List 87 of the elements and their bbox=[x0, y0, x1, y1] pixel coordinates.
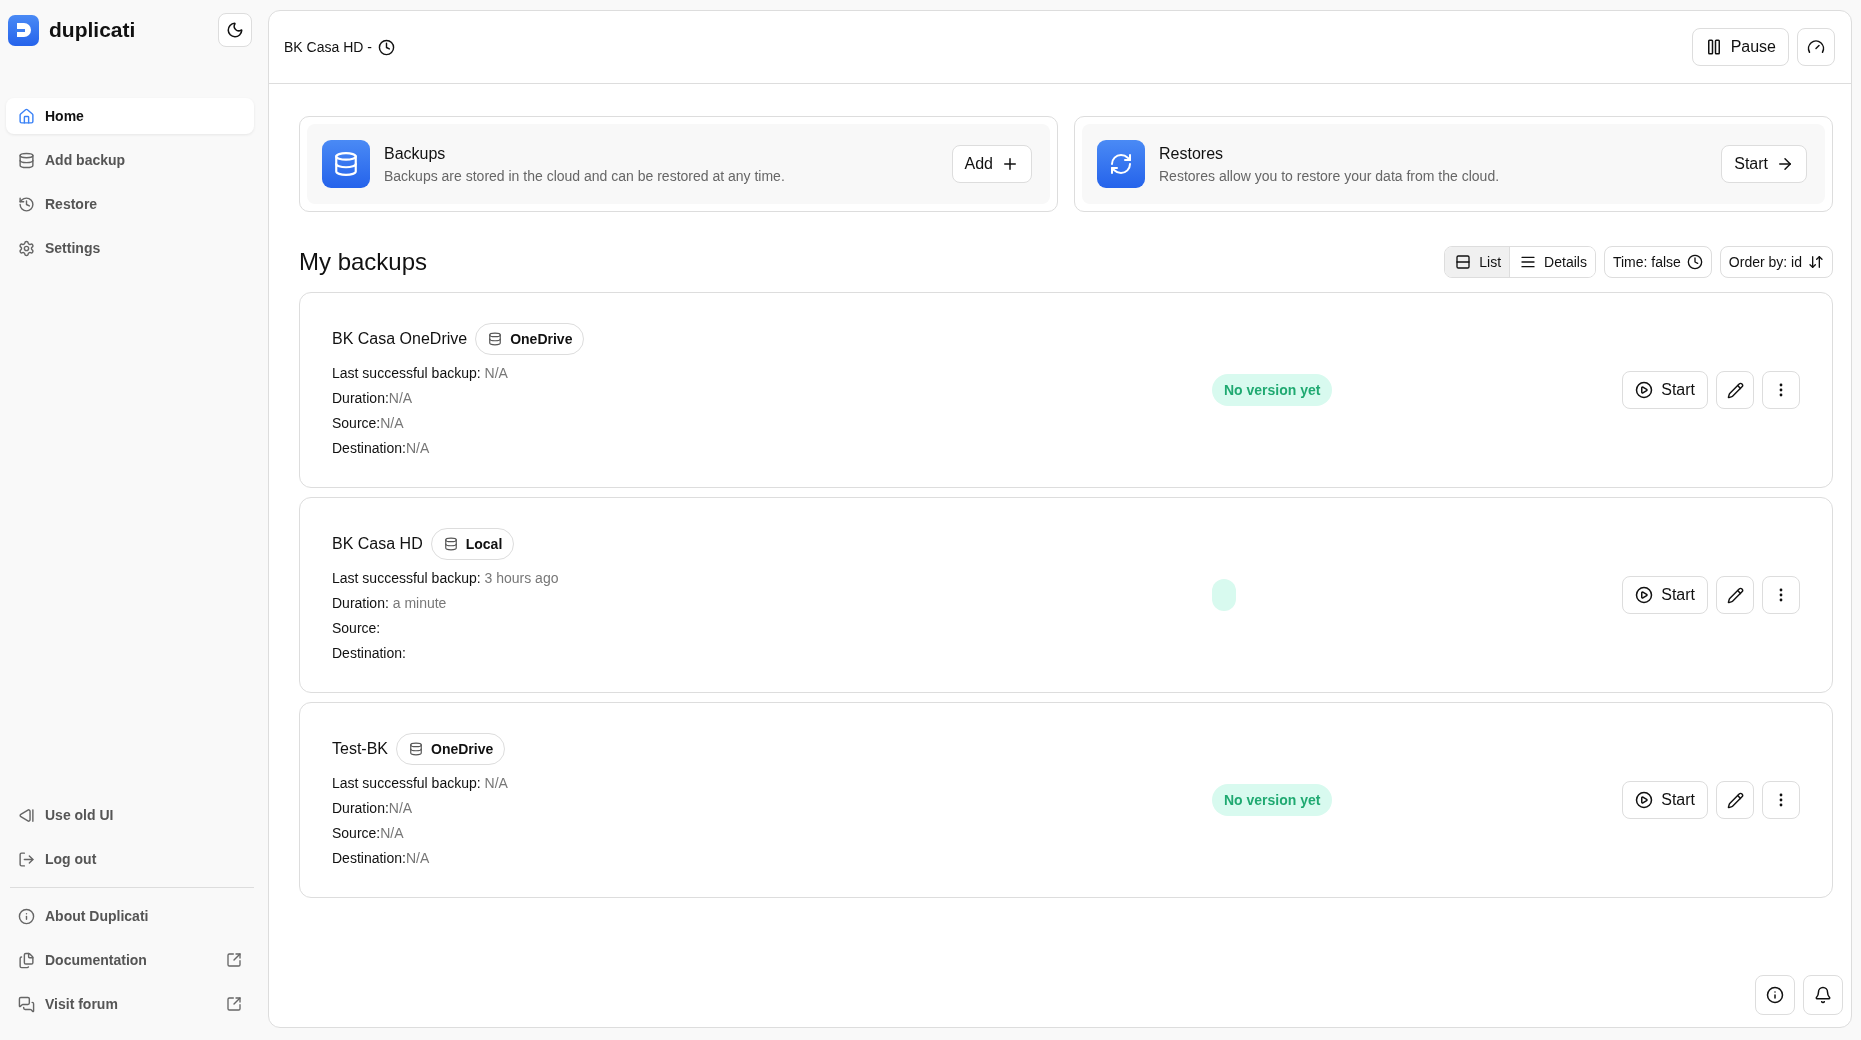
pencil-icon bbox=[1726, 381, 1744, 399]
detail-line: Source:N/A bbox=[332, 824, 405, 842]
home-icon bbox=[18, 107, 35, 125]
arrow-right-icon bbox=[1776, 155, 1794, 173]
external-link-icon bbox=[226, 996, 242, 1012]
pause-button[interactable]: Pause bbox=[1691, 28, 1789, 66]
brand-name: duplicati bbox=[49, 18, 136, 42]
view-mode-tab[interactable]: List bbox=[1445, 247, 1510, 277]
detail-line: Destination:N/A bbox=[332, 849, 431, 867]
section-title: My backups bbox=[299, 248, 428, 276]
start-button[interactable]: Start bbox=[1721, 145, 1807, 183]
sidebar-item[interactable]: Home bbox=[6, 98, 254, 134]
settings-icon bbox=[18, 239, 35, 257]
card-title: Backups bbox=[384, 144, 447, 163]
info-icon bbox=[1766, 986, 1784, 1004]
database-icon bbox=[488, 332, 503, 346]
detail-line: Duration:N/A bbox=[332, 799, 414, 817]
add-button[interactable]: Add bbox=[951, 145, 1032, 183]
card-description: Restores allow you to restore your data from the cloud. bbox=[1159, 167, 1501, 184]
status-badge: No version yet bbox=[1212, 784, 1333, 816]
document-icon bbox=[18, 951, 35, 969]
database-icon bbox=[322, 140, 370, 188]
edit-button[interactable] bbox=[1716, 781, 1754, 819]
edit-button[interactable] bbox=[1716, 371, 1754, 409]
sidebar-item[interactable]: Settings bbox=[6, 230, 254, 266]
detail-line: Source: bbox=[332, 619, 382, 637]
backup-name: BK Casa OneDrive bbox=[332, 330, 468, 348]
info-icon bbox=[18, 907, 35, 925]
logo-icon bbox=[8, 14, 39, 46]
database-icon bbox=[409, 742, 423, 756]
notifications-button[interactable] bbox=[1803, 975, 1843, 1015]
external-link-icon bbox=[226, 952, 242, 968]
start-button[interactable]: Start bbox=[1622, 576, 1708, 614]
database-icon bbox=[18, 151, 35, 169]
play-icon bbox=[1635, 586, 1654, 604]
moon-icon bbox=[226, 21, 244, 39]
header-title: BK Casa HD - bbox=[284, 39, 372, 55]
more-icon bbox=[1779, 383, 1783, 397]
detail-line: Last successful backup: N/A bbox=[332, 774, 509, 792]
sidebar-item[interactable]: Restore bbox=[6, 186, 254, 222]
sidebar-item[interactable]: Visit forum bbox=[6, 986, 254, 1022]
sidebar-item[interactable]: Documentation bbox=[6, 942, 254, 978]
status-badge: No version yet bbox=[1212, 374, 1333, 406]
sidebar-item[interactable]: Log out bbox=[6, 841, 254, 877]
backup-name: BK Casa HD bbox=[332, 535, 423, 553]
pencil-icon bbox=[1726, 791, 1744, 809]
start-button[interactable]: Start bbox=[1622, 371, 1708, 409]
play-icon bbox=[1635, 381, 1654, 399]
sidebar-item[interactable]: About Duplicati bbox=[6, 898, 254, 934]
gauge-icon bbox=[1807, 38, 1825, 56]
clock-icon bbox=[377, 38, 395, 56]
play-icon bbox=[1635, 791, 1654, 809]
cloud-sync-icon bbox=[1097, 140, 1145, 188]
detail-line: Destination: bbox=[332, 644, 407, 662]
edit-button[interactable] bbox=[1716, 576, 1754, 614]
card-title: Restores bbox=[1159, 144, 1225, 163]
lines-icon bbox=[1520, 254, 1537, 270]
detail-line: Last successful backup: 3 hours ago bbox=[332, 569, 560, 587]
detail-line: Duration:N/A bbox=[332, 389, 414, 407]
pencil-icon bbox=[1726, 586, 1744, 604]
time-toggle-button[interactable]: Time: false bbox=[1603, 246, 1712, 278]
card-description: Backups are stored in the cloud and can be restored at any time. bbox=[384, 167, 786, 184]
detail-line: Duration: a minute bbox=[332, 594, 448, 612]
sidebar-item[interactable]: Use old UI bbox=[6, 797, 254, 833]
info-button[interactable] bbox=[1755, 975, 1795, 1015]
clock-icon bbox=[1686, 254, 1703, 270]
theme-toggle-button[interactable] bbox=[218, 13, 252, 47]
chat-icon bbox=[18, 995, 35, 1013]
history-icon bbox=[18, 195, 35, 213]
bell-icon bbox=[1814, 986, 1832, 1004]
detail-line: Last successful backup: N/A bbox=[332, 364, 509, 382]
order-by-button[interactable]: Order by: id bbox=[1719, 246, 1833, 278]
sidebar-item[interactable]: Add backup bbox=[6, 142, 254, 178]
step-back-icon bbox=[18, 806, 35, 824]
rows-icon bbox=[1455, 254, 1472, 270]
plus-icon bbox=[1001, 155, 1019, 173]
more-icon bbox=[1779, 588, 1783, 602]
more-icon bbox=[1779, 793, 1783, 807]
logout-icon bbox=[18, 850, 35, 868]
database-icon bbox=[443, 537, 458, 551]
detail-line: Destination:N/A bbox=[332, 439, 431, 457]
start-button[interactable]: Start bbox=[1622, 781, 1708, 819]
backup-name: Test-BK bbox=[332, 740, 388, 758]
sort-icon bbox=[1808, 254, 1824, 270]
detail-line: Source:N/A bbox=[332, 414, 405, 432]
throttle-button[interactable] bbox=[1797, 28, 1835, 66]
view-mode-tab[interactable]: Details bbox=[1509, 247, 1595, 277]
